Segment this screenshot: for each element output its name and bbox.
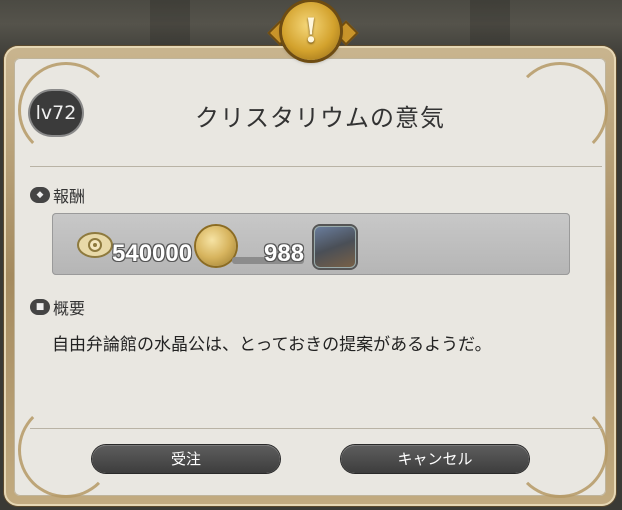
summary-heading: 概要	[53, 299, 86, 318]
divider	[30, 166, 602, 167]
level-badge: lv72	[30, 91, 82, 135]
item-icon[interactable]	[314, 226, 356, 268]
rewards-heading: 報酬	[53, 187, 86, 206]
summary-section-icon: ■	[30, 299, 50, 315]
accept-button[interactable]: 受注	[92, 445, 280, 473]
rewards-header: ◆ 報酬	[30, 184, 85, 206]
coin-icon	[196, 226, 236, 266]
summary-header: ■ 概要	[30, 296, 85, 318]
exclamation-emblem-icon: !	[282, 2, 340, 60]
gil-icon	[77, 232, 113, 258]
coin-count: 988	[264, 240, 305, 267]
summary-text: 自由弁論館の水晶公は、とっておきの提案があるようだ。	[52, 335, 492, 355]
gil-amount: 540000	[112, 240, 193, 267]
rewards-section-icon: ◆	[30, 187, 50, 203]
divider	[30, 428, 602, 429]
cancel-button[interactable]: キャンセル	[341, 445, 529, 473]
quest-title: クリスタリウムの意気	[195, 104, 445, 132]
